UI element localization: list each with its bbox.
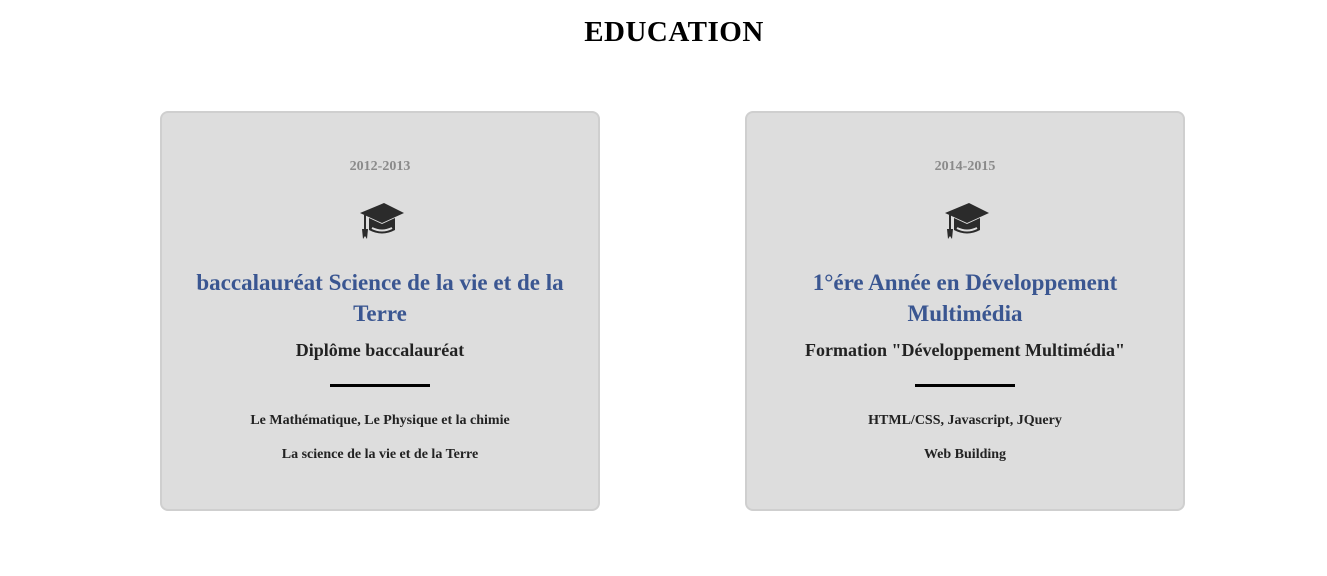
degree-title: 1°ére Année en Développement Multimédia	[812, 270, 1118, 326]
graduation-cap-icon	[360, 203, 404, 239]
course-line: Le Mathématique, Le Physique et la chimi…	[250, 413, 510, 428]
education-card: 2012-2013 baccalauréat Science de la vie…	[160, 111, 600, 511]
course-line: La science de la vie et de la Terre	[281, 447, 479, 462]
card-years: 2012-2013	[349, 159, 411, 174]
section-title: EDUCATION	[584, 16, 764, 48]
divider	[330, 384, 430, 387]
diploma-label: Formation "Développement Multimédia"	[805, 340, 1125, 360]
divider	[915, 384, 1015, 387]
diploma-label: Diplôme baccalauréat	[295, 340, 465, 360]
degree-title: baccalauréat Science de la vie et de la …	[196, 270, 564, 326]
education-card: 2014-2015 1°ére Année en Développement M…	[745, 111, 1185, 511]
card-years: 2014-2015	[934, 159, 996, 174]
graduation-cap-icon	[945, 203, 989, 239]
course-line: HTML/CSS, Javascript, JQuery	[868, 413, 1062, 428]
course-line: Web Building	[923, 447, 1007, 462]
education-page: EDUCATION 2012-2013 baccalauréat Science…	[0, 0, 1327, 576]
